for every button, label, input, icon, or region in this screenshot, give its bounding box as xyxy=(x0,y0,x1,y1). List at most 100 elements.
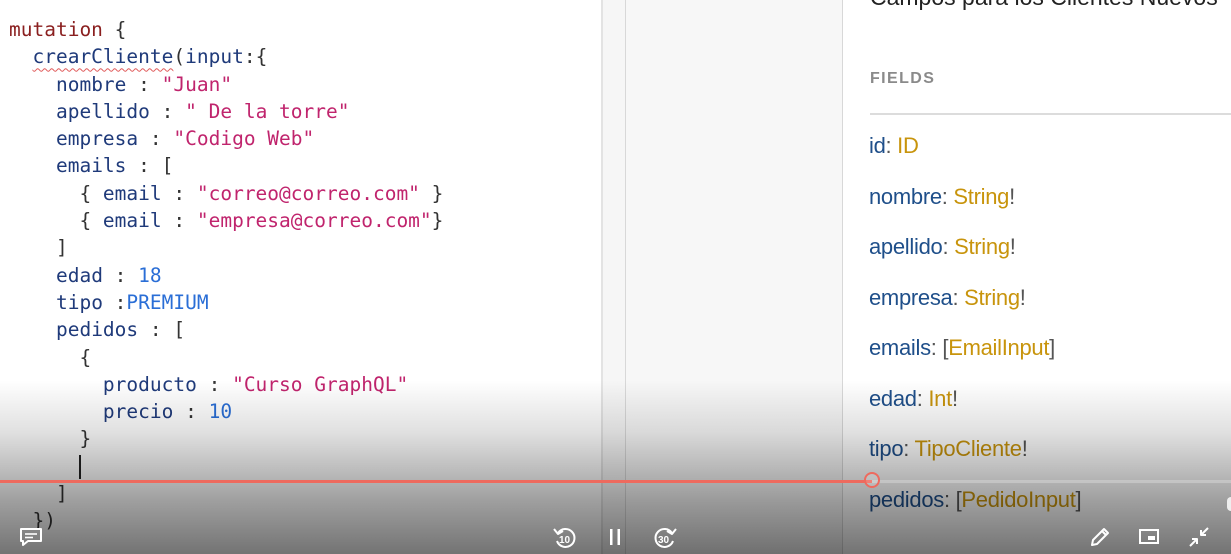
code-line: emails : [ xyxy=(9,152,443,179)
field-name: nombre xyxy=(869,183,942,209)
code-token: ] xyxy=(9,236,68,260)
field-tipo[interactable]: tipo: TipoCliente! xyxy=(869,436,1028,462)
field-type: PedidoInput xyxy=(961,486,1076,512)
code-token: { xyxy=(9,181,103,205)
field-type: EmailInput xyxy=(948,335,1050,360)
code-token: { xyxy=(9,209,103,233)
field-type: TipoCliente xyxy=(914,436,1022,461)
non-null-mark: ! xyxy=(951,385,958,411)
field-id[interactable]: id: ID xyxy=(869,133,919,159)
forward-seconds: 30 xyxy=(658,535,670,546)
result-pane xyxy=(626,0,842,554)
code-line: pedidos : [ xyxy=(9,316,443,343)
code-line: precio : 10 xyxy=(9,398,443,425)
field-name: emails xyxy=(869,335,931,360)
pip-button[interactable] xyxy=(1137,526,1161,548)
fields-heading: FIELDS xyxy=(870,70,936,87)
code-token: : xyxy=(102,263,139,287)
field-colon: : xyxy=(952,284,965,310)
progress-handle[interactable] xyxy=(863,472,880,488)
code-token: edad xyxy=(55,263,103,287)
list-close-bracket: ] xyxy=(1075,486,1082,512)
pane-gap xyxy=(603,0,625,554)
code-token: producto xyxy=(102,372,197,396)
code-token: "empresa@correo.com" xyxy=(196,209,432,233)
code-line: mutation { xyxy=(9,16,443,43)
field-pedidos[interactable]: pedidos: [PedidoInput] xyxy=(869,486,1082,513)
code-token: : xyxy=(138,127,174,151)
code-token: empresa xyxy=(55,127,139,151)
field-empresa[interactable]: empresa: String! xyxy=(869,285,1026,311)
code-line: tipo :PREMIUM xyxy=(9,289,443,316)
code-line: crearCliente(input:{ xyxy=(9,43,443,70)
pause-button[interactable] xyxy=(605,526,625,548)
code-token: } xyxy=(9,427,92,451)
field-colon: : xyxy=(885,133,898,158)
exit-fullscreen-button[interactable] xyxy=(1186,524,1212,550)
code-token: email xyxy=(102,209,162,233)
non-null-mark: ! xyxy=(1019,284,1026,310)
progress-fill xyxy=(0,480,872,483)
code-token: apellido xyxy=(55,99,150,123)
field-type: Int xyxy=(928,385,952,411)
exit-fullscreen-icon xyxy=(1189,527,1209,547)
code-token: email xyxy=(102,181,162,205)
field-edad[interactable]: edad: Int! xyxy=(869,386,958,412)
progress-bar[interactable] xyxy=(0,480,1231,483)
graphql-query-editor[interactable]: mutation { crearCliente(input:{ nombre :… xyxy=(0,0,601,554)
code-token: mutation xyxy=(9,18,103,41)
field-nombre[interactable]: nombre: String! xyxy=(869,184,1015,210)
list-close-bracket: ] xyxy=(1049,335,1055,360)
field-name: apellido xyxy=(869,234,943,259)
field-colon: : xyxy=(941,183,954,209)
code-token: pedidos xyxy=(55,318,139,342)
field-colon: : xyxy=(942,234,955,259)
code-line: }) xyxy=(9,507,443,534)
non-null-mark: ! xyxy=(1009,183,1015,209)
code-token: : xyxy=(126,72,162,96)
video-player[interactable]: mutation { crearCliente(input:{ nombre :… xyxy=(0,0,1231,554)
annotate-button[interactable] xyxy=(1087,524,1113,550)
docs-explorer: Campos para los Clientes Nuevos FIELDS i… xyxy=(843,0,1231,554)
field-name: empresa xyxy=(869,284,953,310)
code-line: empresa : "Codigo Web" xyxy=(9,125,443,152)
code-token: { xyxy=(102,18,127,41)
code-line: { email : "correo@correo.com" } xyxy=(9,180,443,207)
code-token: : [ xyxy=(138,318,186,342)
type-description: Campos para los Clientes Nuevos xyxy=(870,0,1218,11)
rewind-button[interactable]: 10 xyxy=(552,524,578,550)
code-line: } xyxy=(9,425,443,452)
field-name: tipo xyxy=(869,436,904,461)
captions-button[interactable] xyxy=(18,526,44,548)
field-type: String xyxy=(954,234,1010,259)
code-line: { email : "empresa@correo.com"} xyxy=(9,207,443,234)
code-token: crearCliente xyxy=(32,45,174,69)
field-type: ID xyxy=(897,133,919,158)
rewind-seconds: 10 xyxy=(559,535,571,546)
field-colon: : xyxy=(930,335,943,360)
code-token: emails xyxy=(55,154,127,178)
code-line: ] xyxy=(9,480,443,507)
forward-button[interactable]: 30 xyxy=(652,524,678,550)
field-colon: : xyxy=(903,436,915,461)
code-token: input xyxy=(185,45,244,69)
code-token: : xyxy=(161,209,197,233)
field-emails[interactable]: emails: [EmailInput] xyxy=(869,335,1055,361)
code-token: : xyxy=(149,99,186,123)
captions-icon xyxy=(20,528,42,546)
code-token: PREMIUM xyxy=(126,290,209,314)
field-apellido[interactable]: apellido: String! xyxy=(869,234,1016,260)
edge-indicator xyxy=(1227,497,1231,511)
code-token: "Codigo Web" xyxy=(173,127,315,151)
field-name: pedidos xyxy=(869,486,944,512)
code-token: : xyxy=(102,290,127,314)
